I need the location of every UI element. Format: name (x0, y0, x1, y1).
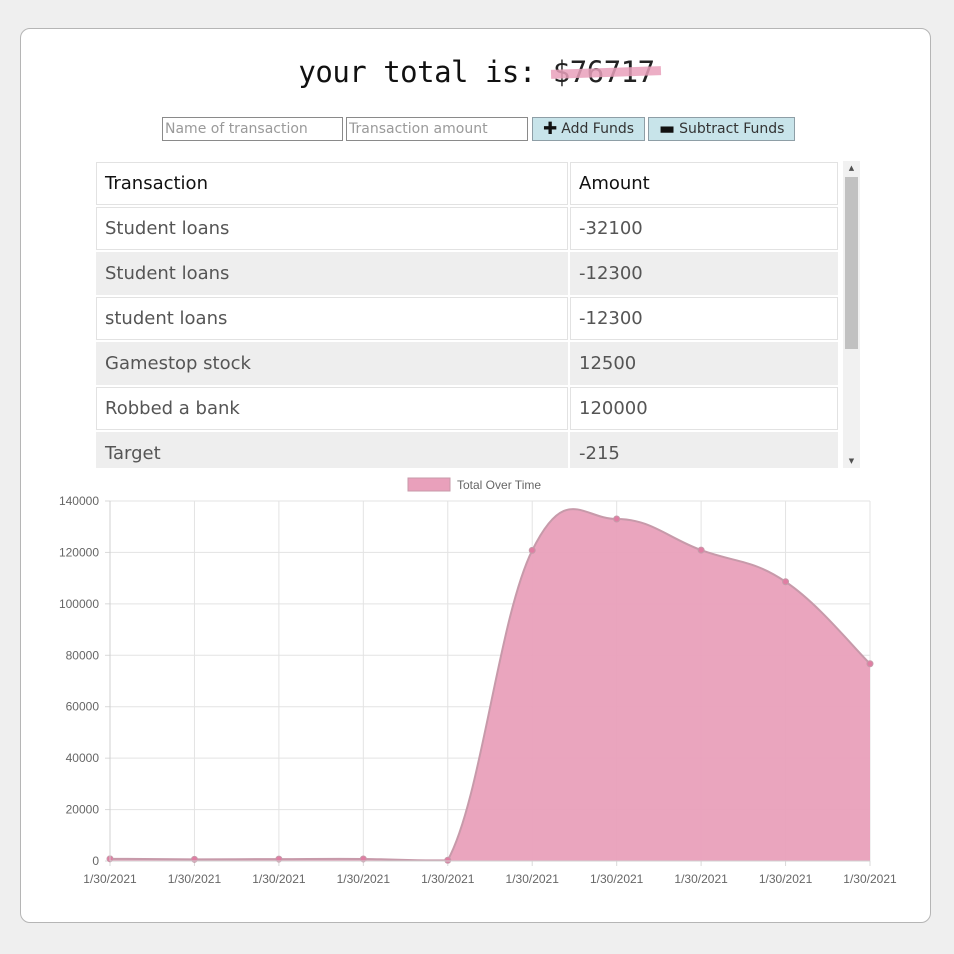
x-tick-label: 1/30/2021 (421, 872, 475, 886)
y-tick-label: 0 (92, 854, 99, 868)
y-tick-label: 60000 (66, 700, 100, 714)
data-point (782, 578, 790, 586)
series-area (110, 509, 870, 861)
total-over-time-chart: 0 20000 40000 60000 80000 100000 120000 140000 1… (59, 477, 897, 886)
y-tick-label: 20000 (66, 803, 100, 817)
x-tick-label: 1/30/2021 (168, 872, 222, 886)
legend-label: Total Over Time (457, 478, 541, 492)
x-tick-label: 1/30/2021 (843, 872, 897, 886)
data-point (613, 515, 621, 523)
x-tick-label: 1/30/2021 (759, 872, 813, 886)
y-tick-label: 120000 (59, 545, 99, 559)
data-point (697, 546, 705, 554)
x-tick-label: 1/30/2021 (337, 872, 391, 886)
data-point (444, 856, 452, 864)
y-tick-label: 80000 (66, 648, 100, 662)
y-tick-label: 100000 (59, 597, 99, 611)
x-tick-label: 1/30/2021 (252, 872, 306, 886)
x-tick-label: 1/30/2021 (83, 872, 137, 886)
data-point (528, 546, 536, 554)
x-tick-label: 1/30/2021 (506, 872, 560, 886)
y-tick-label: 40000 (66, 751, 100, 765)
legend-swatch (407, 477, 451, 492)
data-point (866, 660, 874, 668)
y-tick-label: 140000 (59, 494, 99, 508)
x-tick-label: 1/30/2021 (590, 872, 644, 886)
x-tick-label: 1/30/2021 (674, 872, 728, 886)
